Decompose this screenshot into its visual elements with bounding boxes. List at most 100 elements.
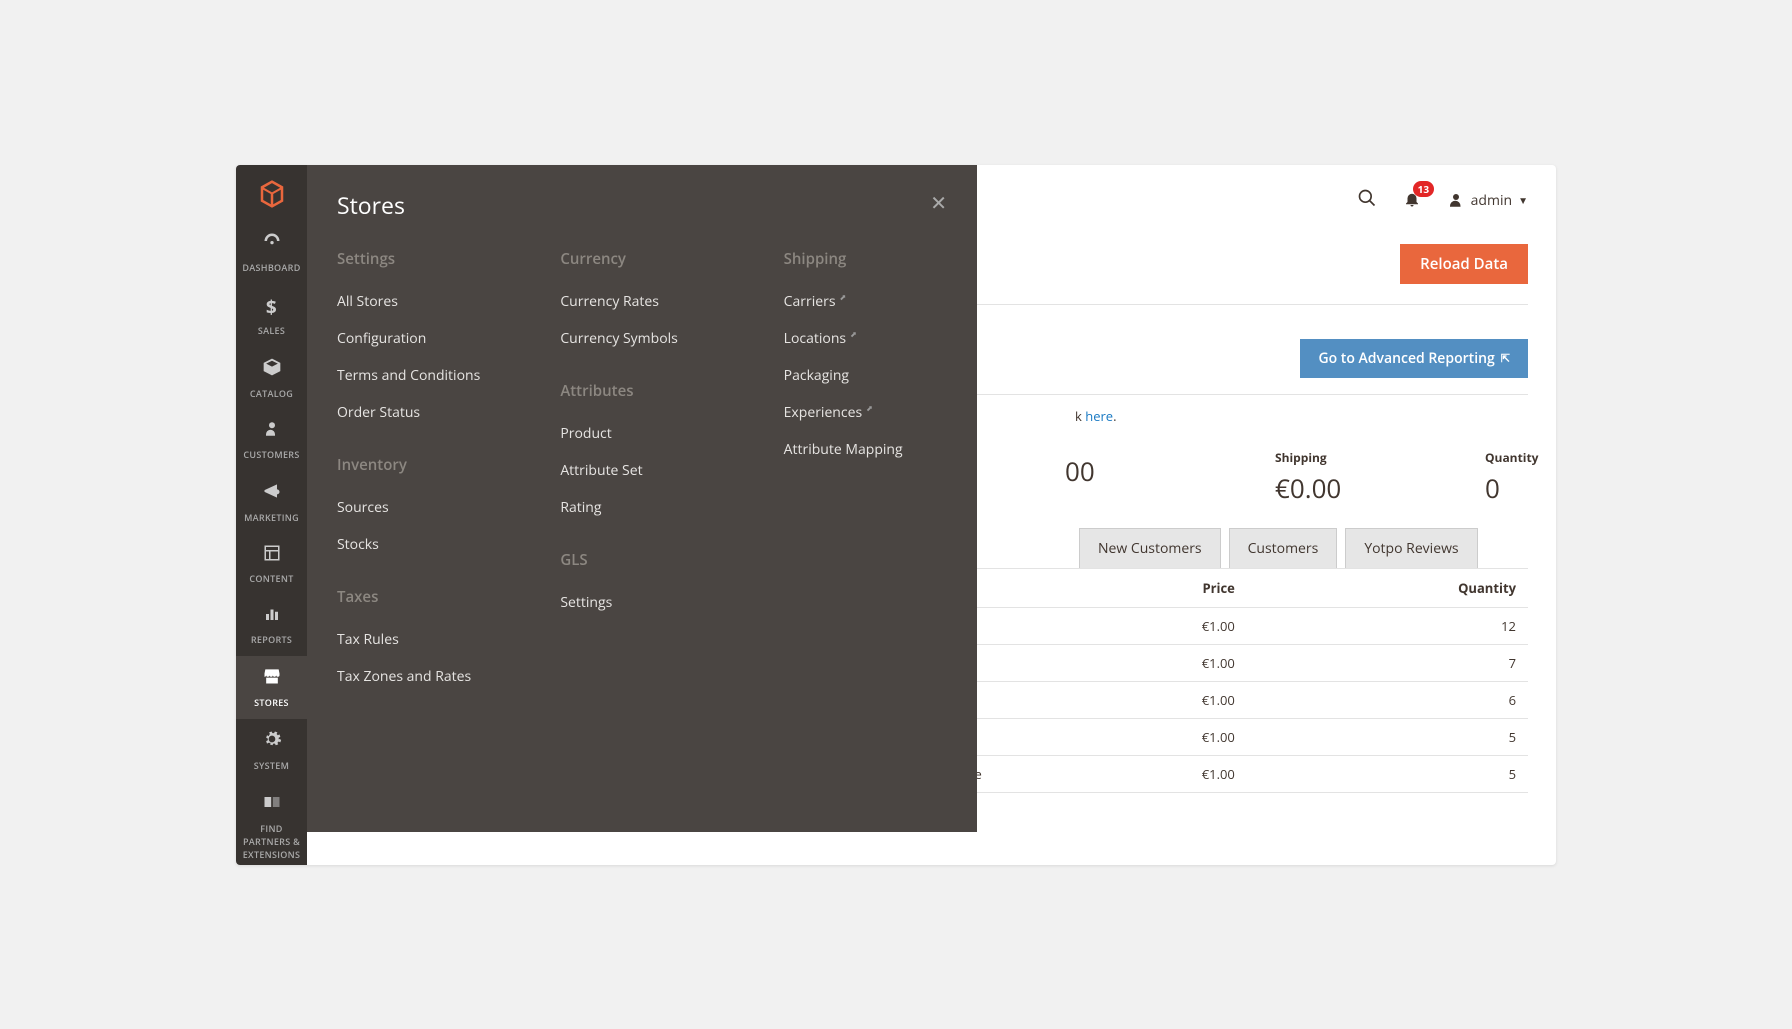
sidebar-icon — [240, 666, 303, 692]
sidebar-item-find-partners-extensions[interactable]: FIND PARTNERS & EXTENSIONS — [236, 782, 307, 865]
flyout-section: Taxes Tax RulesTax Zones and Rates — [337, 587, 500, 695]
sidebar-item-catalog[interactable]: CATALOG — [236, 347, 307, 410]
sidebar: DASHBOARD$SALESCATALOGCUSTOMERSMARKETING… — [236, 165, 307, 865]
flyout-column: Settings All StoresConfigurationTerms and… — [337, 241, 500, 719]
flyout-link-all-stores[interactable]: All Stores — [337, 283, 500, 320]
flyout-section: Currency Currency RatesCurrency Symbols — [560, 249, 723, 357]
flyout-section-title: Currency — [560, 249, 723, 269]
stat-label: Shipping — [1275, 449, 1395, 466]
sidebar-item-stores[interactable]: STORES — [236, 656, 307, 719]
sidebar-icon — [240, 231, 303, 257]
flyout-link-configuration[interactable]: Configuration — [337, 320, 500, 357]
cell-qty: 12 — [1247, 607, 1528, 644]
flyout-link-currency-rates[interactable]: Currency Rates — [560, 283, 723, 320]
flyout-link-rating[interactable]: Rating — [560, 489, 723, 526]
cell-price: €1.00 — [1051, 607, 1247, 644]
flyout-link-attribute-mapping[interactable]: Attribute Mapping — [784, 431, 947, 468]
flyout-section: Inventory SourcesStocks — [337, 455, 500, 563]
flyout-link-product[interactable]: Product — [560, 415, 723, 452]
flyout-section: Shipping Carriers⬈Locations⬈PackagingExpe… — [784, 249, 947, 468]
flyout-link-tax-rules[interactable]: Tax Rules — [337, 621, 500, 658]
stat-label: Quantity — [1485, 449, 1556, 466]
sidebar-item-reports[interactable]: REPORTS — [236, 595, 307, 656]
flyout-link-carriers[interactable]: Carriers⬈ — [784, 283, 947, 320]
stat-value: 00 — [1065, 453, 1185, 489]
flyout-section-title: Shipping — [784, 249, 947, 269]
advanced-reporting-button[interactable]: Go to Advanced Reporting ⇱ — [1300, 339, 1528, 378]
logo-icon — [257, 179, 287, 209]
cell-qty: 5 — [1247, 755, 1528, 792]
reload-data-button[interactable]: Reload Data — [1400, 244, 1528, 284]
notifications-icon[interactable]: 13 — [1403, 187, 1421, 214]
user-icon — [1447, 191, 1465, 209]
sidebar-icon — [240, 481, 303, 507]
flyout-link-packaging[interactable]: Packaging — [784, 357, 947, 394]
stat-value: 0 — [1485, 470, 1556, 506]
stores-flyout: Stores ✕ Settings All StoresConfiguration… — [307, 165, 977, 832]
admin-user-menu[interactable]: admin ▼ — [1447, 191, 1528, 210]
search-icon[interactable] — [1357, 187, 1377, 214]
stat-unknown: 00 — [1065, 449, 1185, 506]
chevron-down-icon: ▼ — [1518, 193, 1528, 207]
flyout-section-title: Inventory — [337, 455, 500, 475]
close-icon[interactable]: ✕ — [930, 189, 947, 216]
tab-new-customers[interactable]: New Customers — [1079, 528, 1221, 568]
cell-price: €1.00 — [1051, 681, 1247, 718]
stat-shipping: Shipping €0.00 — [1275, 449, 1395, 506]
sidebar-item-system[interactable]: SYSTEM — [236, 719, 307, 782]
sidebar-icon — [240, 729, 303, 755]
external-link-icon: ⬈ — [840, 292, 847, 303]
click-here-link[interactable]: here — [1085, 407, 1113, 425]
flyout-link-attribute-set[interactable]: Attribute Set — [560, 452, 723, 489]
flyout-section-title: Attributes — [560, 381, 723, 401]
external-link-icon: ⬈ — [866, 403, 873, 414]
cell-price: €1.00 — [1051, 718, 1247, 755]
flyout-section-title: GLS — [560, 550, 723, 570]
flyout-section: Settings All StoresConfigurationTerms and… — [337, 249, 500, 431]
sidebar-icon — [240, 420, 303, 444]
flyout-columns: Settings All StoresConfigurationTerms and… — [337, 241, 947, 719]
external-link-icon: ⬈ — [850, 329, 857, 340]
stat-quantity: Quantity 0 — [1485, 449, 1556, 506]
flyout-column: Currency Currency RatesCurrency Symbols At… — [560, 241, 723, 719]
flyout-link-stocks[interactable]: Stocks — [337, 526, 500, 563]
tab-customers[interactable]: Customers — [1229, 528, 1338, 568]
cell-qty: 7 — [1247, 644, 1528, 681]
sidebar-item-marketing[interactable]: MARKETING — [236, 471, 307, 534]
sidebar-item-content[interactable]: CONTENT — [236, 534, 307, 595]
tab-yotpo-reviews[interactable]: Yotpo Reviews — [1345, 528, 1477, 568]
flyout-link-sources[interactable]: Sources — [337, 489, 500, 526]
flyout-link-currency-symbols[interactable]: Currency Symbols — [560, 320, 723, 357]
cell-qty: 5 — [1247, 718, 1528, 755]
flyout-header: Stores ✕ — [337, 189, 947, 221]
flyout-section: Attributes ProductAttribute SetRating — [560, 381, 723, 526]
flyout-link-terms-and-conditions[interactable]: Terms and Conditions — [337, 357, 500, 394]
flyout-column: Shipping Carriers⬈Locations⬈PackagingExpe… — [784, 241, 947, 719]
sidebar-icon — [240, 605, 303, 629]
sidebar-icon — [240, 792, 303, 818]
sidebar-icon — [240, 544, 303, 568]
sidebar-icon: $ — [240, 294, 303, 320]
sidebar-item-dashboard[interactable]: DASHBOARD — [236, 221, 307, 284]
flyout-link-locations[interactable]: Locations⬈ — [784, 320, 947, 357]
cell-qty: 6 — [1247, 681, 1528, 718]
col-price: Price — [1051, 569, 1247, 608]
flyout-link-settings[interactable]: Settings — [560, 584, 723, 621]
flyout-link-order-status[interactable]: Order Status — [337, 394, 500, 431]
stat-value: €0.00 — [1275, 470, 1395, 506]
sidebar-item-customers[interactable]: CUSTOMERS — [236, 410, 307, 471]
flyout-link-tax-zones-and-rates[interactable]: Tax Zones and Rates — [337, 658, 500, 695]
col-qty: Quantity — [1247, 569, 1528, 608]
flyout-link-experiences[interactable]: Experiences⬈ — [784, 394, 947, 431]
sidebar-icon — [240, 357, 303, 383]
sidebar-item-sales[interactable]: $SALES — [236, 284, 307, 347]
app-window: DASHBOARD$SALESCATALOGCUSTOMERSMARKETING… — [236, 165, 1556, 865]
admin-username: admin — [1471, 191, 1512, 210]
external-link-icon: ⇱ — [1501, 351, 1510, 366]
flyout-section: GLS Settings — [560, 550, 723, 621]
flyout-section-title: Settings — [337, 249, 500, 269]
cell-price: €1.00 — [1051, 755, 1247, 792]
cell-price: €1.00 — [1051, 644, 1247, 681]
flyout-title: Stores — [337, 189, 405, 221]
flyout-section-title: Taxes — [337, 587, 500, 607]
